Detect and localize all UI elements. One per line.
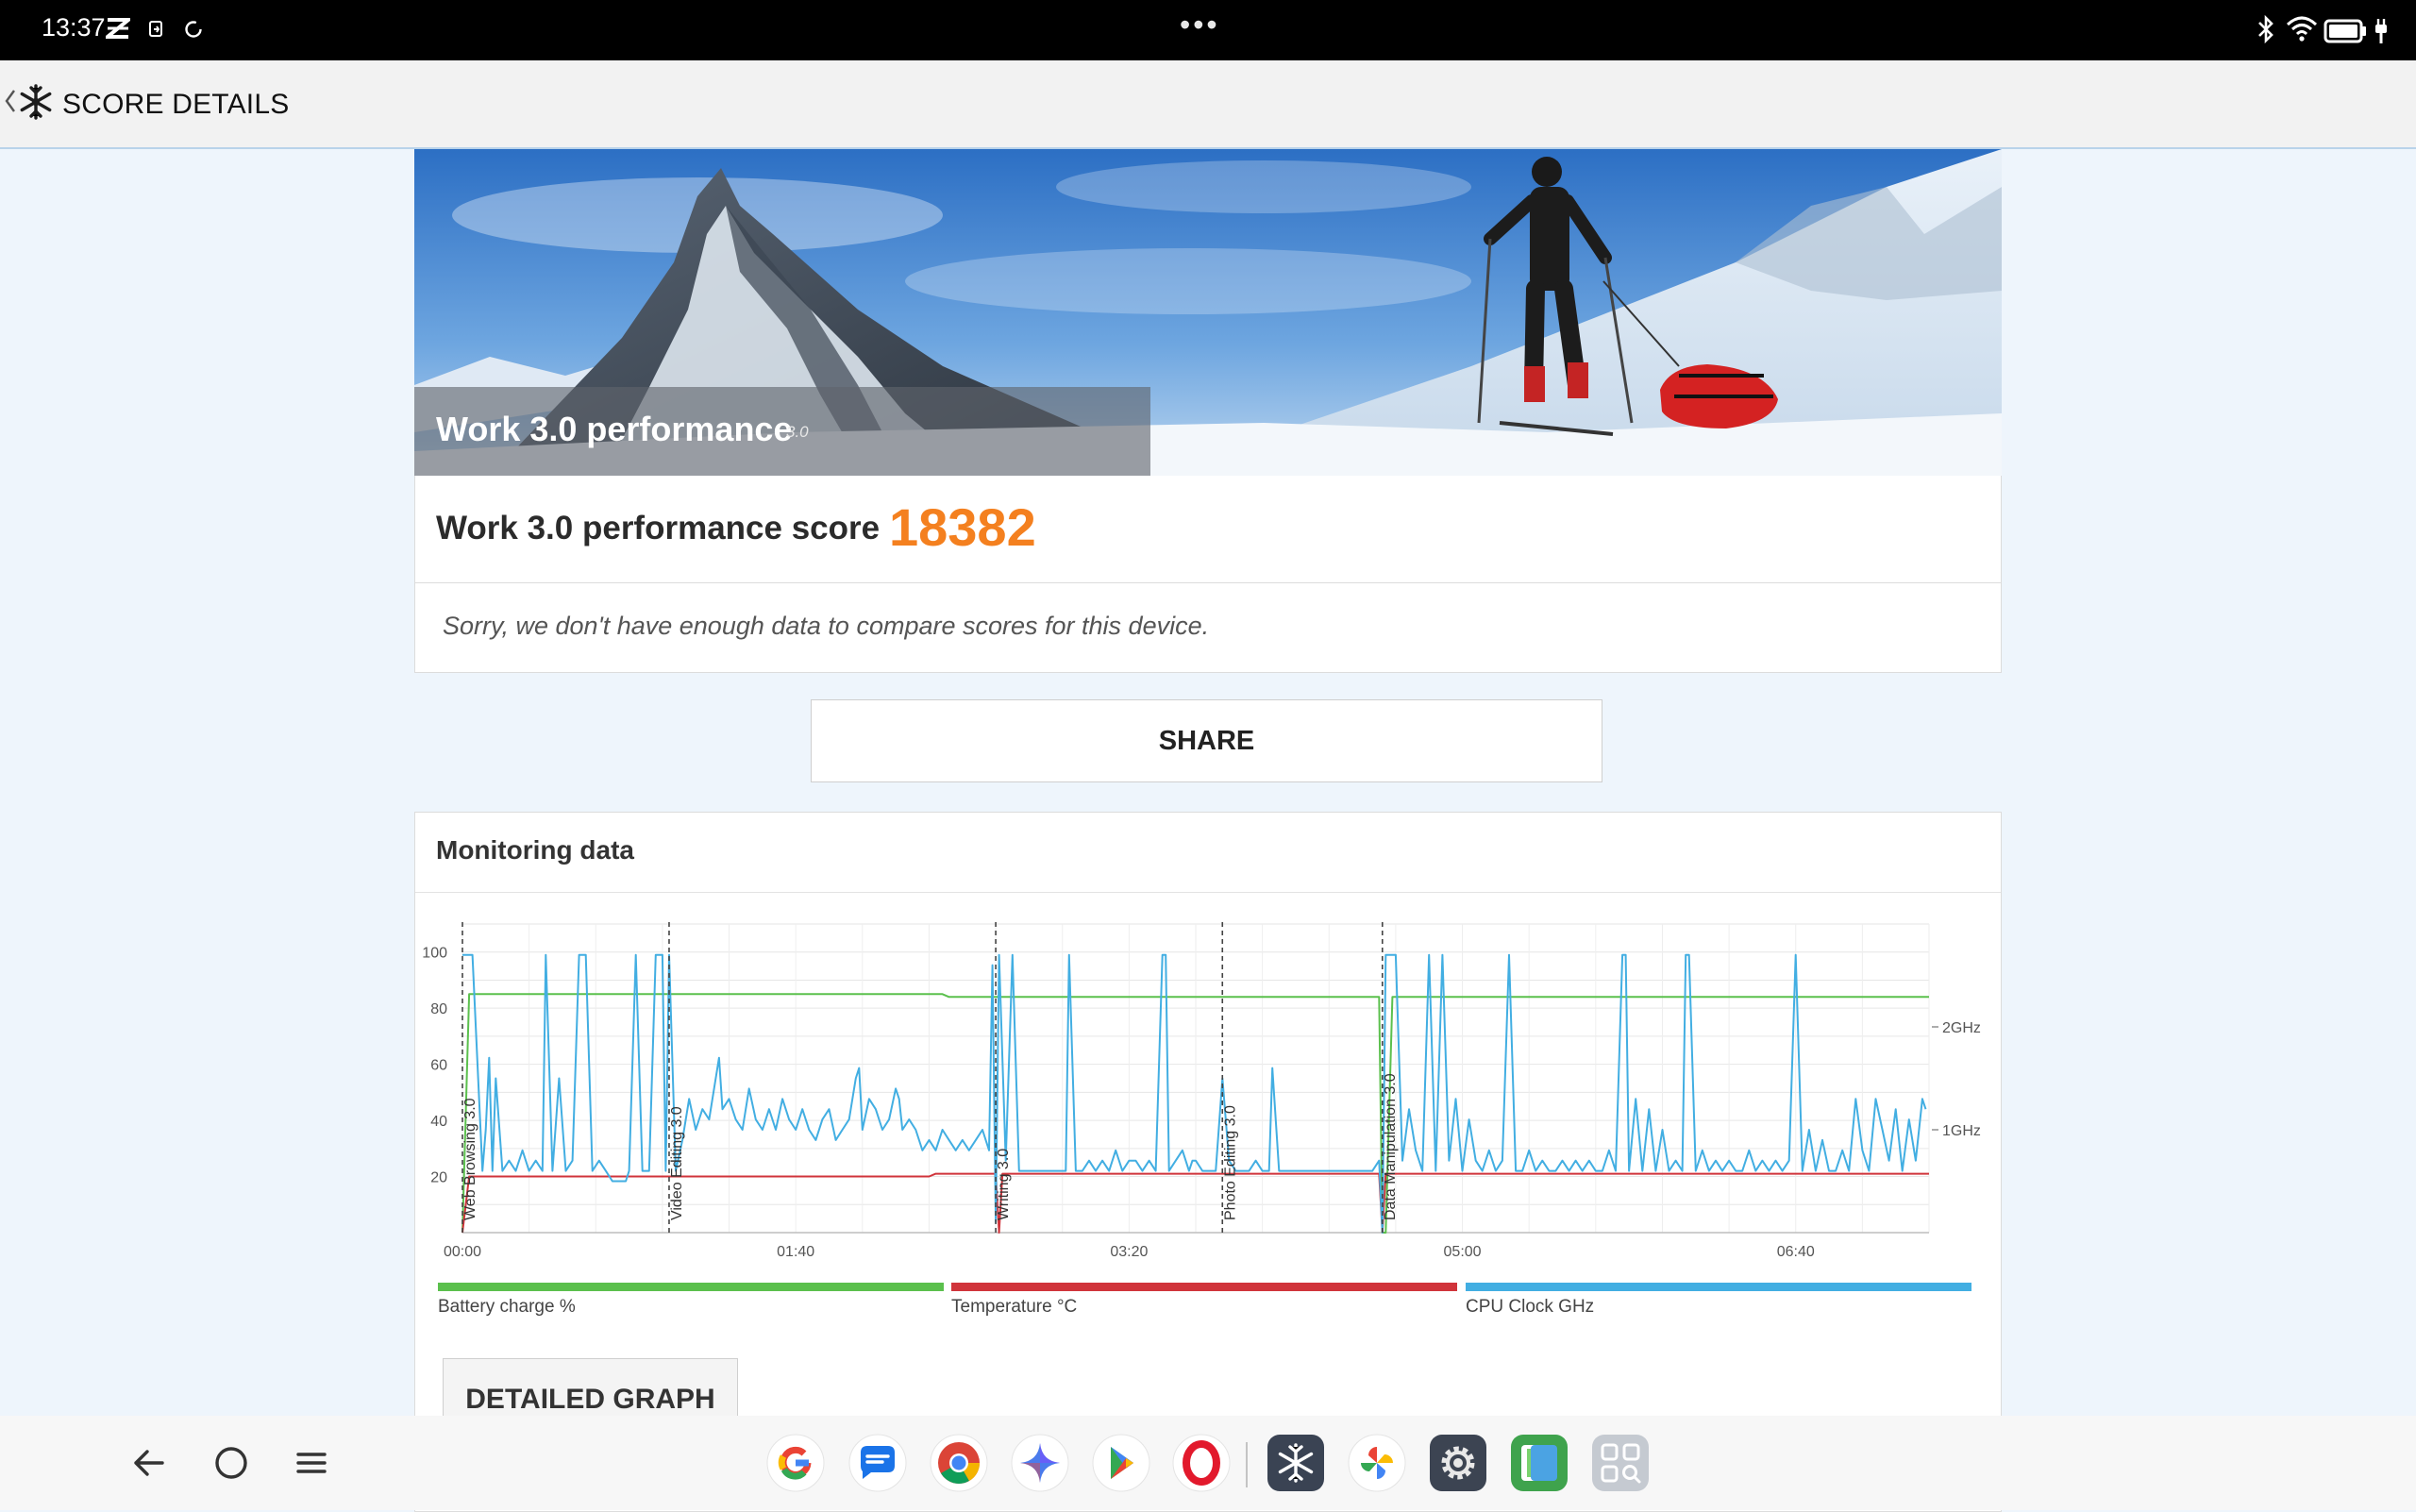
x-tick-label: 03:20 (1110, 1244, 1148, 1260)
workload-marker-label: Writing 3.0 (996, 1149, 1012, 1220)
taskbar (0, 1416, 2416, 1510)
more-dots-icon[interactable]: ••• (1180, 8, 1220, 42)
score-label: Work 3.0 performance score (436, 510, 881, 546)
wifi-icon (2286, 16, 2318, 42)
hero-version: 3.0 (786, 423, 809, 441)
gemini-app-icon[interactable] (1011, 1434, 1069, 1492)
compare-message: Sorry, we don't have enough data to comp… (443, 612, 1210, 640)
y-tick-label: 20 (430, 1170, 447, 1186)
x-tick-label: 01:40 (777, 1244, 814, 1260)
compare-card: Sorry, we don't have enough data to comp… (414, 582, 2002, 673)
3dmark-snowflake-icon[interactable] (17, 83, 55, 121)
y-tick-label: 80 (430, 1001, 447, 1017)
status-time: 13:37 (42, 13, 106, 42)
legend-battery-label: Battery charge % (438, 1297, 576, 1317)
app-drawer-icon[interactable] (1591, 1434, 1650, 1492)
y-tick-label: 60 (430, 1058, 447, 1074)
x-tick-label: 05:00 (1444, 1244, 1482, 1260)
y-right-tick-label: 2GHz (1942, 1020, 1981, 1036)
legend-cpu-label: CPU Clock GHz (1466, 1297, 1595, 1317)
taskbar-divider (1246, 1442, 1248, 1487)
x-tick-label: 06:40 (1777, 1244, 1815, 1260)
score-card: Work 3.0 performance score 18382 (414, 476, 2002, 583)
legend-cpu-swatch (1466, 1283, 1971, 1291)
legend-temperature: Temperature °C (951, 1283, 1457, 1318)
battery-icon (2324, 19, 2366, 43)
opera-app-icon[interactable] (1172, 1434, 1231, 1492)
screenshot-icon (149, 21, 162, 37)
legend-cpu: CPU Clock GHz (1466, 1283, 1971, 1318)
page-title: SCORE DETAILS (62, 89, 290, 120)
play-store-app-icon[interactable] (1092, 1434, 1150, 1492)
chrome-app-icon[interactable] (930, 1434, 988, 1492)
google-app-icon[interactable] (766, 1434, 825, 1492)
workload-marker-label: Video Editing 3.0 (669, 1106, 685, 1220)
y-right-tick-label: 1GHz (1942, 1123, 1981, 1139)
hero-banner: Work 3.0 performance 3.0 (414, 149, 2002, 476)
app-header: SCORE DETAILS (0, 60, 2416, 149)
3dmark-app-icon[interactable] (1267, 1434, 1325, 1492)
score-value: 18382 (889, 497, 1036, 557)
settings-gear-app-icon[interactable] (1429, 1434, 1487, 1492)
back-arrow-icon[interactable] (130, 1440, 168, 1486)
share-button[interactable]: SHARE (811, 699, 1602, 782)
y-tick-label: 100 (422, 946, 447, 962)
notification-icon (106, 18, 130, 39)
hero-caption: Work 3.0 performance 3.0 (414, 387, 1150, 476)
x-tick-label: 00:00 (444, 1244, 481, 1260)
workload-marker-label: Photo Editing 3.0 (1222, 1105, 1238, 1220)
back-chevron-icon[interactable] (4, 89, 17, 113)
home-circle-icon[interactable] (210, 1440, 252, 1486)
monitoring-chart[interactable]: 100 80 60 40 20 2GHz 1GHz 00:00 01:40 03:20 05:00 0… (415, 813, 2001, 1275)
workload-marker-label: Data Manipulation 3.0 (1383, 1073, 1399, 1220)
sync-icon (185, 21, 202, 38)
status-bar: 13:37 ••• (0, 0, 2416, 60)
workload-marker-label: Web Browsing 3.0 (462, 1098, 478, 1220)
legend-battery-swatch (438, 1283, 944, 1291)
legend-battery: Battery charge % (438, 1283, 944, 1318)
hero-title: Work 3.0 performance (436, 410, 793, 448)
monitoring-card: Monitoring data 100 80 60 40 20 2GHz 1GHz 00:00… (414, 812, 2002, 1512)
messages-app-icon[interactable] (848, 1434, 907, 1492)
legend-temperature-label: Temperature °C (951, 1297, 1078, 1317)
bluetooth-icon (2258, 15, 2273, 43)
charging-icon (2375, 19, 2387, 43)
y-tick-label: 40 (430, 1114, 447, 1130)
legend-temperature-swatch (951, 1283, 1457, 1291)
photos-app-icon[interactable] (1348, 1434, 1406, 1492)
notes-app-icon[interactable] (1510, 1434, 1569, 1492)
menu-icon[interactable] (294, 1440, 328, 1486)
